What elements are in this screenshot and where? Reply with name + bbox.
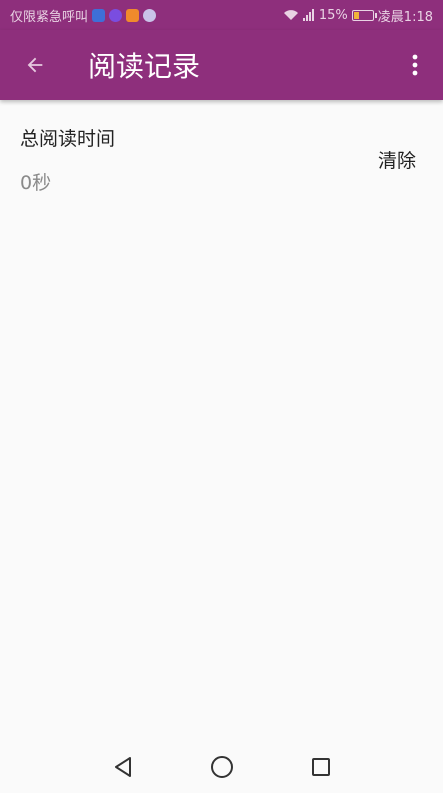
signal-icon — [302, 9, 314, 21]
overflow-menu-button[interactable] — [387, 30, 443, 100]
more-vert-icon — [412, 54, 418, 76]
recents-square-icon — [311, 757, 330, 776]
app-bar: 阅读记录 — [0, 30, 443, 100]
wifi-icon — [283, 10, 298, 20]
arrow-left-icon — [27, 57, 43, 73]
total-reading-time-value: 0秒 — [20, 172, 52, 194]
status-left: 仅限紧急呼叫 — [10, 6, 157, 25]
clear-button[interactable]: 清除 — [378, 146, 416, 173]
carrier-text: 仅限紧急呼叫 — [10, 9, 89, 25]
page-title: 阅读记录 — [88, 50, 201, 83]
back-triangle-icon — [114, 756, 131, 777]
orange-app-icon — [126, 8, 140, 22]
status-bar: 仅限紧急呼叫 15% 凌晨1:18 — [0, 0, 443, 30]
shield-app-icon — [92, 8, 106, 22]
nav-back-button[interactable] — [73, 740, 172, 793]
battery-icon — [351, 9, 377, 21]
home-circle-icon — [210, 755, 233, 778]
nav-home-button[interactable] — [172, 740, 271, 793]
battery-percent: 15% — [318, 7, 348, 23]
system-nav-bar — [0, 740, 443, 793]
total-reading-time-label: 总阅读时间 — [20, 128, 116, 150]
k-app-icon — [143, 8, 157, 22]
back-button[interactable] — [0, 30, 70, 100]
status-time: 凌晨1:18 — [377, 9, 433, 25]
purple-app-icon — [109, 8, 123, 22]
status-right: 15% 凌晨1:18 — [283, 6, 433, 25]
nav-recents-button[interactable] — [271, 740, 370, 793]
